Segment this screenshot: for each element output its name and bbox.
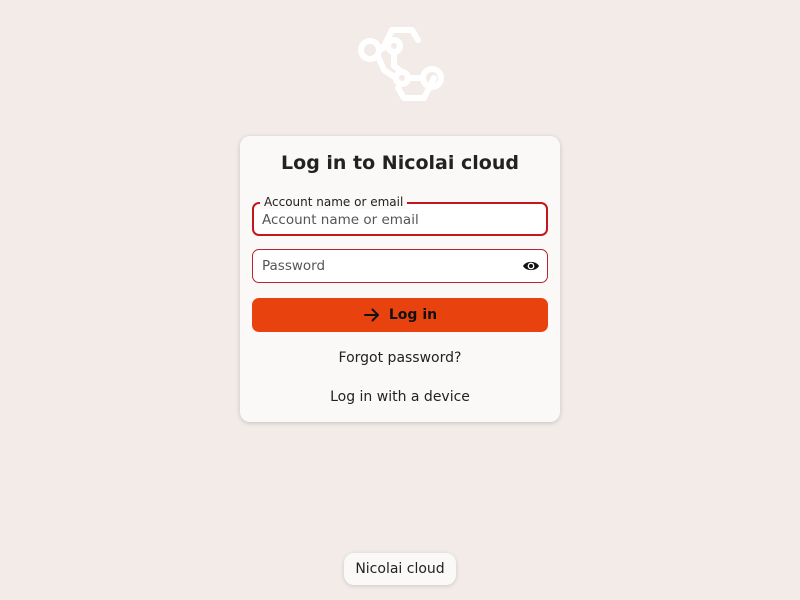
username-input[interactable] [262, 205, 512, 235]
nicolai-cloud-logo-icon [350, 22, 450, 106]
password-field[interactable] [252, 249, 548, 283]
login-button-label: Log in [388, 307, 438, 323]
login-title: Log in to Nicolai cloud [281, 152, 519, 174]
forgot-password-link[interactable]: Forgot password? [240, 350, 560, 366]
eye-icon[interactable] [521, 257, 541, 275]
password-input[interactable] [262, 250, 512, 282]
arrow-right-icon [363, 306, 381, 324]
device-login-button[interactable]: Log in with a device [240, 389, 560, 405]
footer-badge: Nicolai cloud [344, 553, 456, 585]
login-page: Log in to Nicolai cloud Account name or … [0, 0, 800, 600]
login-card: Log in to Nicolai cloud Account name or … [240, 136, 560, 422]
username-field[interactable]: Account name or email [252, 195, 548, 236]
login-button[interactable]: Log in [252, 298, 548, 332]
